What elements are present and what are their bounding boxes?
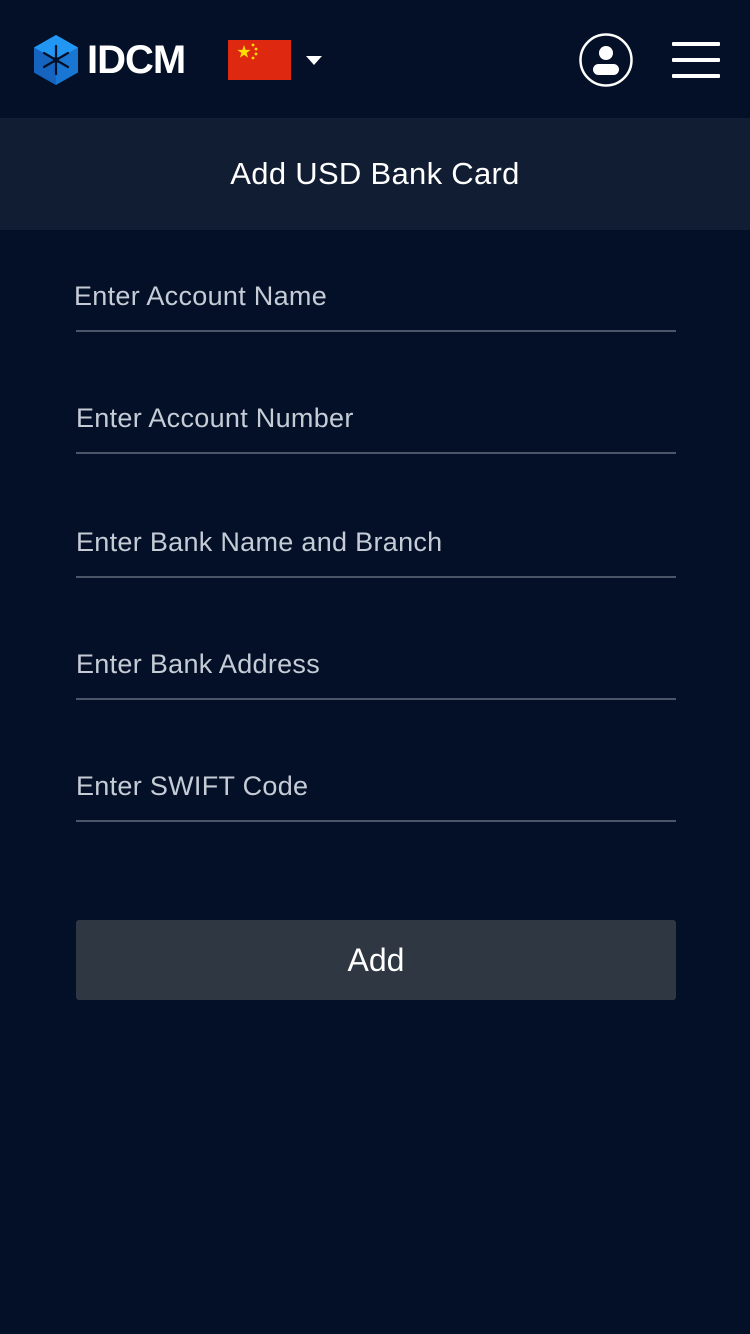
user-account-icon[interactable] <box>579 33 633 87</box>
account-number-field <box>76 372 676 454</box>
brand-name: IDCM <box>87 38 186 82</box>
bank-address-input[interactable] <box>76 644 676 684</box>
account-number-input[interactable] <box>76 398 676 438</box>
swift-code-input[interactable] <box>76 766 676 806</box>
idcm-logo-icon <box>34 35 78 85</box>
top-nav-bar: IDCM <box>0 0 750 118</box>
account-name-input[interactable] <box>74 276 674 316</box>
idcm-logo[interactable]: IDCM <box>33 34 186 86</box>
account-name-field <box>74 250 676 332</box>
swift-code-field <box>76 740 676 822</box>
page-title: Add USD Bank Card <box>230 156 520 191</box>
bank-name-branch-input[interactable] <box>76 522 676 562</box>
caret-down-icon <box>306 56 322 65</box>
language-selector[interactable] <box>228 40 323 80</box>
add-button[interactable]: Add <box>76 920 676 1000</box>
hamburger-menu-icon[interactable] <box>670 40 720 80</box>
page: IDCM Add USD Bank Card Enter Account Nam… <box>0 0 750 1334</box>
page-title-bar: Add USD Bank Card <box>0 118 750 230</box>
china-flag-icon <box>228 40 291 80</box>
bank-address-field <box>76 618 676 700</box>
bank-name-branch-field <box>76 496 676 578</box>
